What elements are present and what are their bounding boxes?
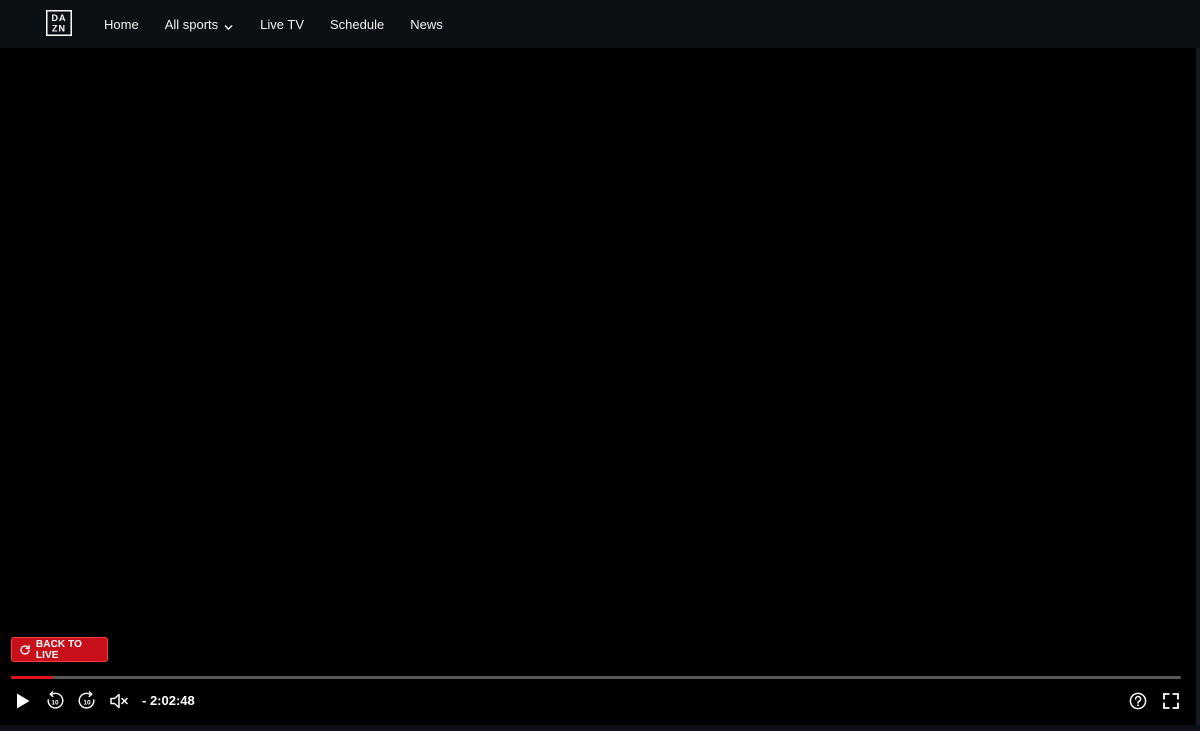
rewind-seconds-label: 10 <box>51 699 59 706</box>
help-icon <box>1129 692 1147 710</box>
video-player[interactable] <box>0 48 1196 725</box>
fullscreen-icon <box>1163 693 1179 709</box>
svg-text:ZN: ZN <box>52 24 66 34</box>
fullscreen-button[interactable] <box>1160 690 1182 712</box>
top-navigation: DA ZN Home All sports Live TV Schedule N… <box>0 0 1200 48</box>
nav-item-home[interactable]: Home <box>104 17 139 32</box>
chevron-down-icon <box>224 20 233 30</box>
nav-item-label: Home <box>104 16 139 32</box>
nav-item-all-sports[interactable]: All sports <box>165 17 233 32</box>
page: DA ZN Home All sports Live TV Schedule N… <box>0 0 1200 731</box>
rewind-10-button[interactable]: 10 <box>44 690 66 712</box>
remaining-time: - 2:02:48 <box>142 693 195 708</box>
svg-text:DA: DA <box>52 13 67 23</box>
help-button[interactable] <box>1127 690 1149 712</box>
progress-bar[interactable] <box>11 676 1181 679</box>
play-icon <box>17 693 30 709</box>
mute-button[interactable] <box>108 690 130 712</box>
progress-fill <box>11 676 54 679</box>
dazn-logo-icon: DA ZN <box>46 10 72 36</box>
back-to-live-label: BACK TO LIVE <box>35 638 82 661</box>
forward-10-button[interactable]: 10 <box>76 690 98 712</box>
forward-10-icon: 10 <box>78 691 95 709</box>
nav-item-label: Schedule <box>330 16 385 32</box>
scrollbar[interactable] <box>1196 48 1200 725</box>
bottom-strip <box>0 725 1200 731</box>
nav-item-label: Live TV <box>260 16 304 32</box>
play-button[interactable] <box>12 690 34 712</box>
nav-item-schedule[interactable]: Schedule <box>330 17 384 32</box>
rewind-10-icon: 10 <box>47 691 64 709</box>
back-to-live-button[interactable]: BACK TO LIVE <box>11 637 108 662</box>
nav-item-label: All sports <box>164 16 219 32</box>
forward-seconds-label: 10 <box>83 699 91 706</box>
nav-item-news[interactable]: News <box>410 17 443 32</box>
refresh-icon <box>20 644 30 655</box>
nav-item-label: News <box>410 16 443 32</box>
nav-item-live-tv[interactable]: Live TV <box>260 17 304 32</box>
muted-speaker-icon <box>110 693 128 709</box>
dazn-logo[interactable]: DA ZN <box>46 10 72 36</box>
nav-menu: Home All sports Live TV Schedule News <box>104 0 443 48</box>
